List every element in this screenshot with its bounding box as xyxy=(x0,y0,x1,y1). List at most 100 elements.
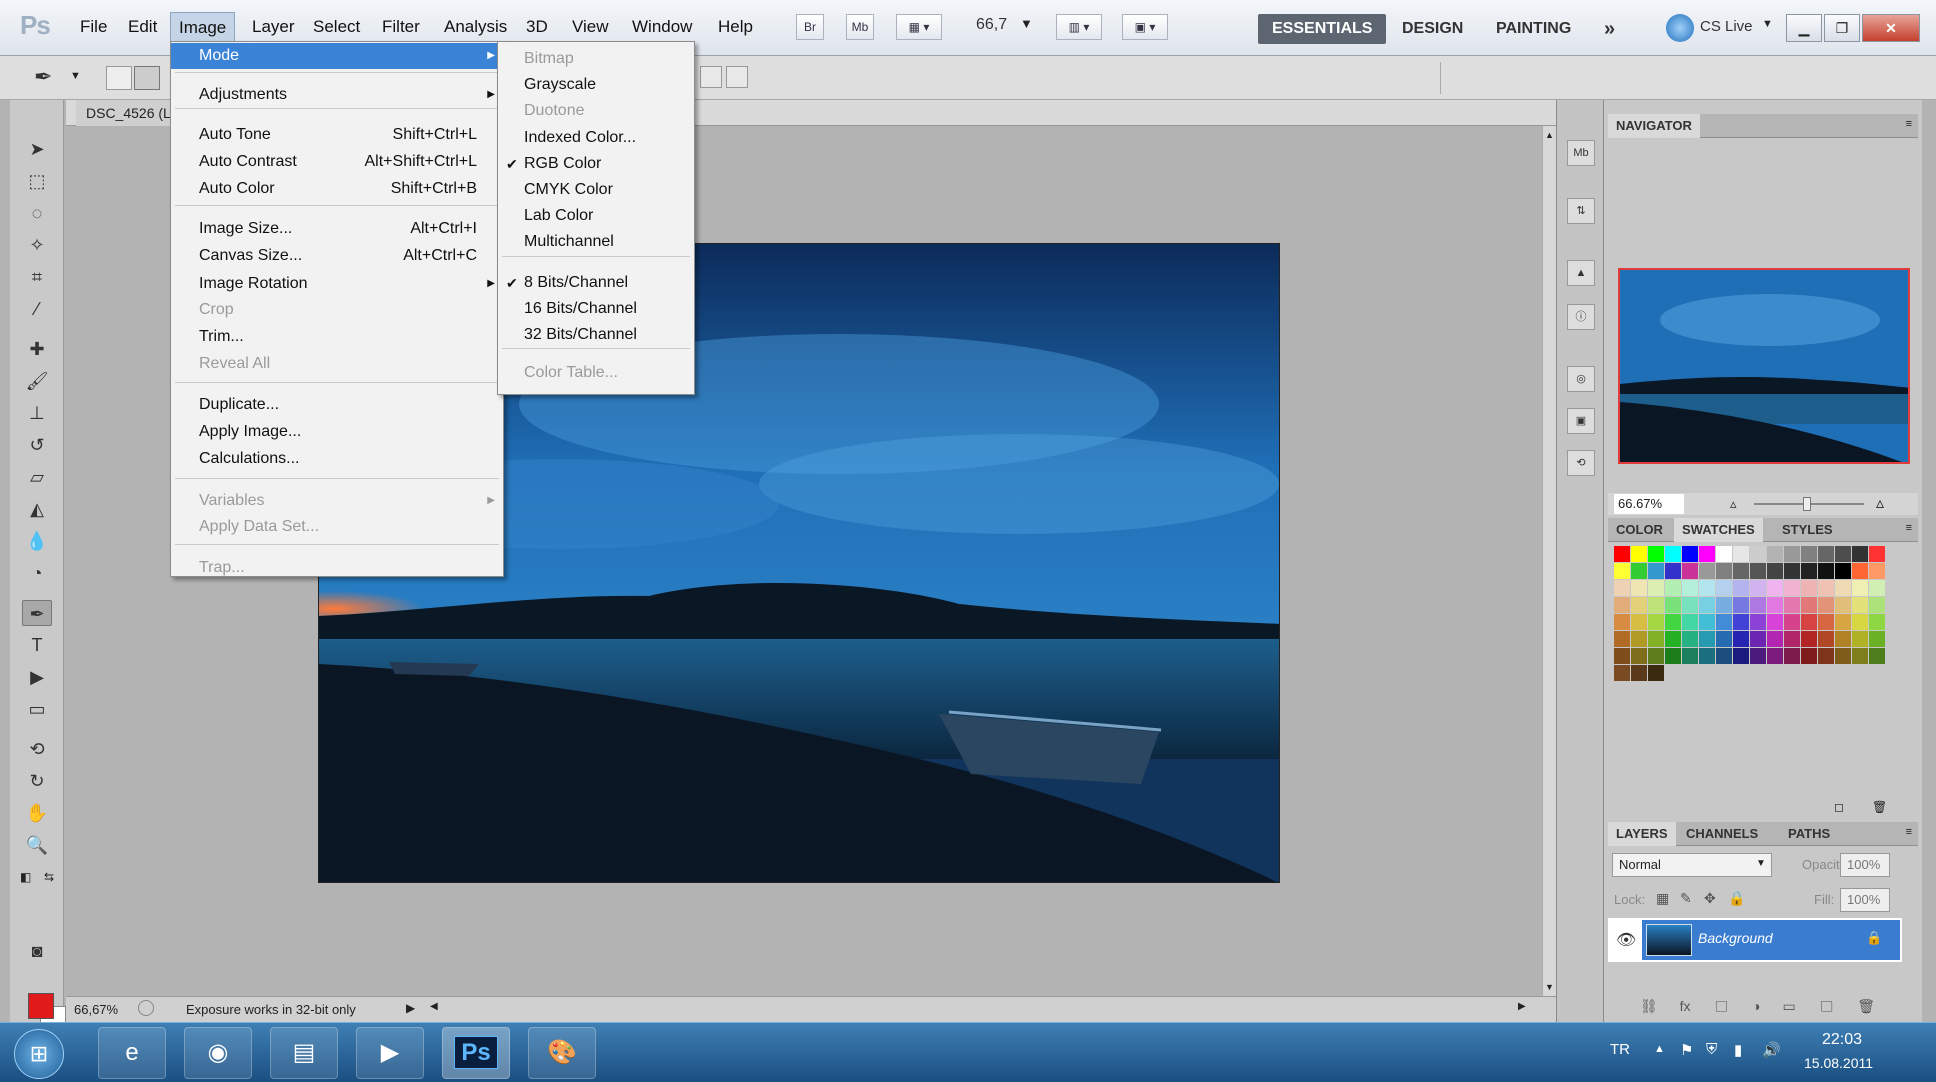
color-swatch[interactable] xyxy=(1648,546,1664,562)
tab-color[interactable]: COLOR xyxy=(1608,518,1671,542)
action-center-flag-icon[interactable]: ⚑ xyxy=(1680,1041,1693,1059)
shape-layers-icon[interactable] xyxy=(106,66,132,90)
media-player-icon[interactable]: ▶ xyxy=(356,1027,424,1079)
tab-paths[interactable]: PATHS xyxy=(1780,822,1838,846)
zoom-level[interactable]: 66,7 xyxy=(976,16,1007,34)
menu-help[interactable]: Help xyxy=(710,12,761,42)
color-swatch[interactable] xyxy=(1767,546,1783,562)
color-swatch[interactable] xyxy=(1767,614,1783,630)
color-swatch[interactable] xyxy=(1631,597,1647,613)
mini-bridge-icon[interactable]: Mb xyxy=(1567,140,1595,166)
color-swatch[interactable] xyxy=(1869,631,1885,647)
color-swatch[interactable] xyxy=(1716,631,1732,647)
security-icon[interactable]: ⛨ xyxy=(1706,1041,1717,1058)
color-swatch[interactable] xyxy=(1682,563,1698,579)
color-swatch[interactable] xyxy=(1682,546,1698,562)
tab-swatches[interactable]: SWATCHES xyxy=(1674,518,1763,542)
chrome-icon[interactable]: ◉ xyxy=(184,1027,252,1079)
menu-item-trim[interactable]: Trim... xyxy=(171,324,503,350)
new-swatch-icon[interactable]: ◻ xyxy=(1834,800,1844,814)
healing-brush-tool-icon[interactable]: ✚ xyxy=(22,336,52,362)
swatches-grid[interactable] xyxy=(1614,546,1904,686)
color-swatch[interactable] xyxy=(1801,563,1817,579)
color-swatch[interactable] xyxy=(1614,546,1630,562)
cs-live-chevron-down-icon[interactable]: ▼ xyxy=(1762,18,1773,30)
color-swatch[interactable] xyxy=(1631,648,1647,664)
zoom-in-icon[interactable]: ▵ xyxy=(1876,493,1884,515)
restore-icon[interactable]: ❐ xyxy=(1824,14,1860,42)
color-swatch[interactable] xyxy=(1699,580,1715,596)
blend-mode-select[interactable]: Normal xyxy=(1612,853,1772,877)
blur-tool-icon[interactable]: 💧 xyxy=(22,528,52,554)
exclude-overlap-icon[interactable] xyxy=(700,66,722,88)
color-swatch[interactable] xyxy=(1733,614,1749,630)
color-swatch[interactable] xyxy=(1733,631,1749,647)
color-swatch[interactable] xyxy=(1750,648,1766,664)
mode-item-32-bits-channel[interactable]: 32 Bits/Channel xyxy=(498,322,694,348)
color-swatch[interactable] xyxy=(1869,580,1885,596)
color-swatch[interactable] xyxy=(1767,597,1783,613)
fill-input[interactable]: 100% xyxy=(1840,888,1890,912)
color-swatch[interactable] xyxy=(1750,597,1766,613)
color-swatch[interactable] xyxy=(1818,614,1834,630)
histogram-panel-icon[interactable]: ▲ xyxy=(1567,260,1595,286)
clock-date[interactable]: 15.08.2011 xyxy=(1804,1055,1873,1071)
color-swatch[interactable] xyxy=(1750,563,1766,579)
color-swatch[interactable] xyxy=(1852,563,1868,579)
color-swatch[interactable] xyxy=(1784,546,1800,562)
color-swatch[interactable] xyxy=(1835,648,1851,664)
color-swatch[interactable] xyxy=(1699,631,1715,647)
navigator-zoom-value[interactable]: 66.67% xyxy=(1614,494,1684,514)
color-swatch[interactable] xyxy=(1682,631,1698,647)
quick-selection-tool-icon[interactable]: ✧ xyxy=(22,232,52,258)
color-swatch[interactable] xyxy=(1716,546,1732,562)
color-swatch[interactable] xyxy=(1614,631,1630,647)
mode-item-16-bits-channel[interactable]: 16 Bits/Channel xyxy=(498,296,694,322)
preset-chevron-down-icon[interactable]: ▼ xyxy=(70,70,81,82)
color-swatch[interactable] xyxy=(1835,563,1851,579)
eraser-tool-icon[interactable]: ▱ xyxy=(22,464,52,490)
color-swatch[interactable] xyxy=(1852,597,1868,613)
menu-3d[interactable]: 3D xyxy=(518,12,556,42)
color-swatch[interactable] xyxy=(1869,546,1885,562)
color-swatch[interactable] xyxy=(1750,546,1766,562)
color-swatch[interactable] xyxy=(1852,614,1868,630)
color-swatch[interactable] xyxy=(1631,546,1647,562)
color-swatch[interactable] xyxy=(1682,597,1698,613)
delete-swatch-icon[interactable]: 🗑 xyxy=(1872,800,1887,814)
color-swatch[interactable] xyxy=(1801,631,1817,647)
color-swatch[interactable] xyxy=(1869,614,1885,630)
hscroll-right-icon[interactable]: ▶ xyxy=(1518,1001,1526,1012)
mode-item-grayscale[interactable]: Grayscale xyxy=(498,72,694,98)
menu-window[interactable]: Window xyxy=(624,12,700,42)
status-zoom[interactable]: 66,67% xyxy=(74,1002,118,1017)
color-swatch[interactable] xyxy=(1784,614,1800,630)
color-swatch[interactable] xyxy=(1801,614,1817,630)
color-swatch[interactable] xyxy=(1631,580,1647,596)
cs-live-menu[interactable]: CS Live xyxy=(1700,18,1753,35)
menu-select[interactable]: Select xyxy=(305,12,368,42)
mode-item-indexed-color[interactable]: Indexed Color... xyxy=(498,125,694,151)
ie-icon[interactable]: e xyxy=(98,1027,166,1079)
scroll-down-icon[interactable]: ▼ xyxy=(1545,982,1554,992)
layer-row[interactable]: 👁 🔒 Background xyxy=(1608,918,1902,962)
color-swatch[interactable] xyxy=(1631,631,1647,647)
menu-item-image-rotation[interactable]: Image Rotation ▶ xyxy=(171,271,503,297)
color-swatch[interactable] xyxy=(1801,648,1817,664)
zoom-out-icon[interactable]: ▵ xyxy=(1730,493,1737,515)
menu-item-crop[interactable]: Crop xyxy=(171,297,503,323)
mode-item-multichannel[interactable]: Multichannel xyxy=(498,229,694,255)
3d-orbit-tool-icon[interactable]: ↻ xyxy=(22,768,52,794)
panel-menu-icon[interactable]: ≡ xyxy=(1906,118,1912,130)
color-swatch[interactable] xyxy=(1818,631,1834,647)
color-swatch[interactable] xyxy=(1818,648,1834,664)
dodge-tool-icon[interactable]: ◔ xyxy=(22,560,52,586)
volume-icon[interactable]: 🔊 xyxy=(1762,1041,1781,1059)
panel-menu-icon[interactable]: ≡ xyxy=(1906,522,1912,534)
lock-position-icon[interactable]: ✥ xyxy=(1704,890,1716,907)
navigator-zoom-thumb[interactable] xyxy=(1803,497,1811,511)
explorer-icon[interactable]: ▤ xyxy=(270,1027,338,1079)
color-swatch[interactable] xyxy=(1699,614,1715,630)
color-swatch[interactable] xyxy=(1869,648,1885,664)
color-swatch[interactable] xyxy=(1682,614,1698,630)
